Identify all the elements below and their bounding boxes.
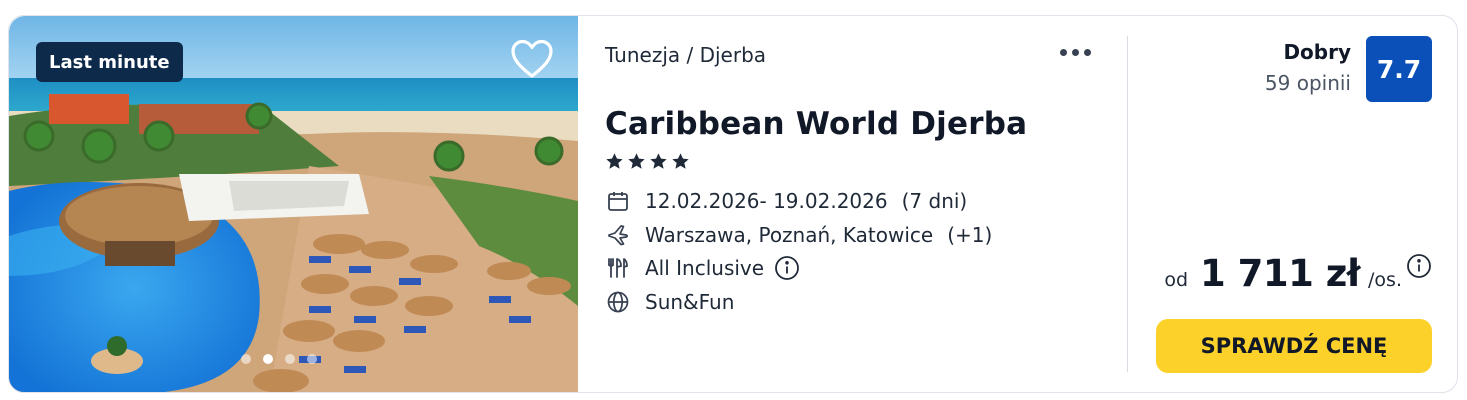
board-type: All Inclusive	[645, 256, 765, 280]
image-pager[interactable]	[241, 354, 317, 364]
offer-card[interactable]: Last minute Tunezja / Djerba Caribbean W…	[8, 15, 1458, 393]
check-price-button[interactable]: SPRAWDŹ CENĘ	[1156, 319, 1432, 373]
last-minute-badge: Last minute	[36, 42, 183, 82]
detail-departure: Warszawa, Poznań, Katowice (+1)	[605, 222, 992, 248]
hotel-photo[interactable]: Last minute	[9, 16, 578, 392]
star-icon	[628, 153, 645, 169]
star-icon	[672, 153, 689, 169]
star-icon	[606, 153, 623, 169]
vertical-divider	[1127, 36, 1128, 372]
price-row: od 1 711 zł /os.	[1164, 252, 1432, 295]
calendar-icon	[605, 188, 631, 214]
duration-text: (7 dni)	[901, 189, 968, 213]
pager-dot[interactable]	[241, 354, 251, 364]
info-icon[interactable]	[774, 255, 800, 281]
plane-icon	[605, 222, 631, 248]
price-panel: Dobry 59 opinii 7.7 od 1 711 zł /os. SPR…	[1129, 16, 1457, 392]
reviews-count[interactable]: 59 opinii	[1265, 71, 1351, 95]
star-rating	[605, 152, 690, 171]
dates-text: 12.02.2026- 19.02.2026	[645, 189, 888, 213]
more-horizontal-icon[interactable]	[1060, 40, 1091, 64]
pager-dot[interactable]	[307, 354, 317, 364]
star-icon	[650, 153, 667, 169]
detail-board: All Inclusive	[605, 255, 800, 281]
detail-theme: Sun&Fun	[605, 289, 734, 315]
location-breadcrumb[interactable]: Tunezja / Djerba	[605, 43, 766, 67]
price-per-person: /os.	[1368, 269, 1402, 291]
price-from-label: od	[1164, 269, 1189, 291]
pager-dot[interactable]	[285, 354, 295, 364]
rating-label: Dobry	[1283, 40, 1351, 64]
globe-icon	[605, 289, 631, 315]
pager-dot-active[interactable]	[263, 354, 273, 364]
detail-dates: 12.02.2026- 19.02.2026 (7 dni)	[605, 188, 967, 214]
holiday-theme: Sun&Fun	[645, 290, 735, 314]
rating-score-badge: 7.7	[1366, 36, 1432, 102]
price-value: 1 711 zł	[1200, 252, 1361, 295]
offer-info: Tunezja / Djerba Caribbean World Djerba …	[605, 16, 1125, 392]
heart-outline-icon[interactable]	[509, 38, 555, 80]
cutlery-icon	[605, 255, 631, 281]
departure-cities: Warszawa, Poznań, Katowice	[645, 223, 934, 247]
more-airports[interactable]: (+1)	[947, 223, 992, 247]
hotel-name[interactable]: Caribbean World Djerba	[605, 106, 1027, 142]
info-icon[interactable]	[1406, 253, 1432, 279]
